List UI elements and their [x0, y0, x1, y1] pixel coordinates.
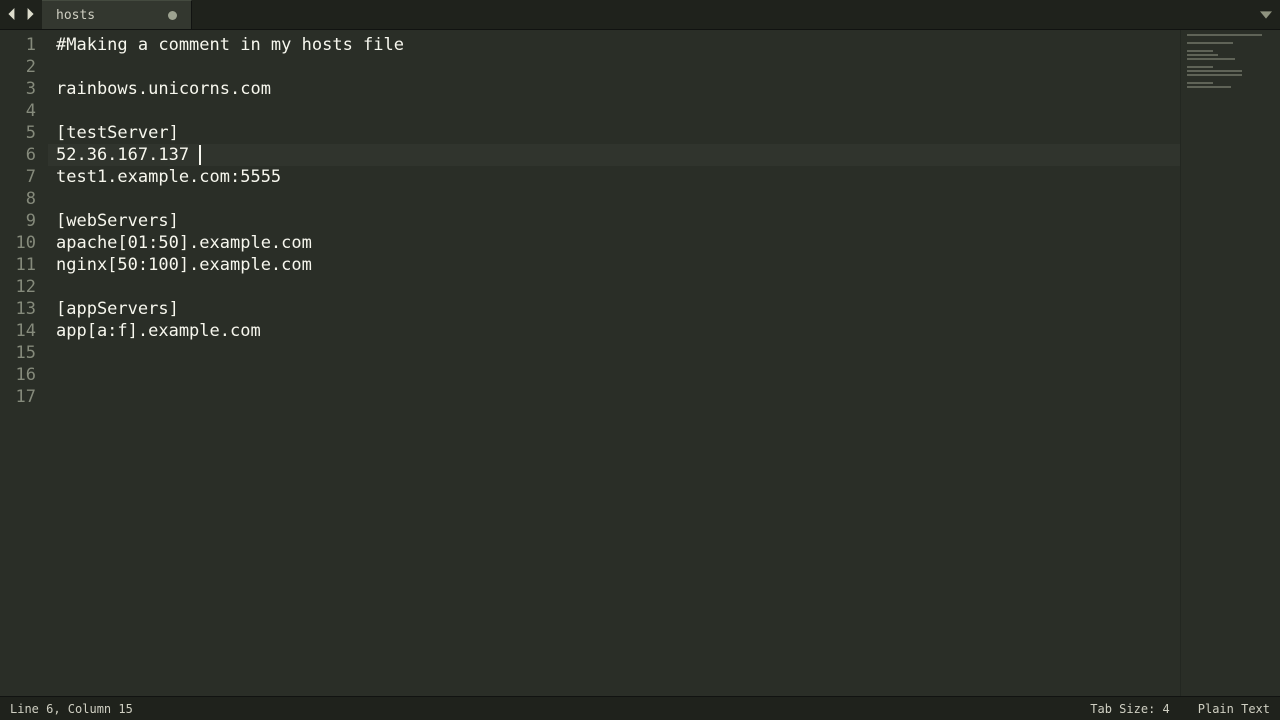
line-number: 9 [0, 210, 48, 232]
minimap-line [1187, 86, 1231, 88]
line-number: 13 [0, 298, 48, 320]
code-line[interactable] [48, 342, 1180, 364]
line-number: 8 [0, 188, 48, 210]
line-number: 14 [0, 320, 48, 342]
code-line[interactable]: apache[01:50].example.com [48, 232, 1180, 254]
minimap-line [1187, 82, 1213, 84]
line-number: 12 [0, 276, 48, 298]
code-line[interactable]: app[a:f].example.com [48, 320, 1180, 342]
minimap-line [1187, 58, 1235, 60]
line-number: 5 [0, 122, 48, 144]
status-cursor-position[interactable]: Line 6, Column 15 [10, 702, 133, 716]
editor-window: hosts 1234567891011121314151617 #Making … [0, 0, 1280, 720]
code-line[interactable] [48, 364, 1180, 386]
line-number: 1 [0, 34, 48, 56]
line-number: 7 [0, 166, 48, 188]
code-line[interactable]: [webServers] [48, 210, 1180, 232]
line-number: 17 [0, 386, 48, 408]
status-tab-size[interactable]: Tab Size: 4 [1090, 702, 1169, 716]
minimap-line [1187, 42, 1233, 44]
nav-arrows [0, 0, 42, 29]
minimap-line [1187, 66, 1213, 68]
line-number: 10 [0, 232, 48, 254]
code-line[interactable] [48, 100, 1180, 122]
line-number-gutter: 1234567891011121314151617 [0, 30, 48, 696]
code-line[interactable]: [testServer] [48, 122, 1180, 144]
code-line[interactable]: 52.36.167.137 [48, 144, 1180, 166]
code-content[interactable]: #Making a comment in my hosts file rainbo… [48, 30, 1180, 696]
line-number: 15 [0, 342, 48, 364]
minimap-line [1187, 54, 1218, 56]
minimap-line [1187, 70, 1242, 72]
tab-bar: hosts [0, 0, 1280, 30]
minimap-line [1187, 50, 1213, 52]
tab-hosts[interactable]: hosts [42, 0, 192, 29]
tab-title: hosts [56, 8, 95, 23]
dirty-indicator-icon [168, 11, 177, 20]
minimap-line [1187, 34, 1262, 36]
status-pos-prefix: Line [10, 702, 46, 716]
code-line[interactable] [48, 188, 1180, 210]
code-line[interactable]: nginx[50:100].example.com [48, 254, 1180, 276]
editor-area: 1234567891011121314151617 #Making a comm… [0, 30, 1280, 696]
code-line[interactable]: test1.example.com:5555 [48, 166, 1180, 188]
code-line[interactable] [48, 386, 1180, 408]
status-syntax[interactable]: Plain Text [1198, 702, 1270, 716]
line-number: 16 [0, 364, 48, 386]
code-line[interactable]: [appServers] [48, 298, 1180, 320]
nav-back-icon[interactable] [4, 3, 20, 26]
text-cursor [199, 145, 201, 165]
code-line[interactable] [48, 276, 1180, 298]
line-number: 6 [0, 144, 48, 166]
line-number: 2 [0, 56, 48, 78]
minimap-line [1187, 74, 1242, 76]
status-bar: Line 6, Column 15 Tab Size: 4 Plain Text [0, 696, 1280, 720]
tab-dropdown-icon[interactable] [1252, 0, 1280, 29]
minimap[interactable] [1180, 30, 1280, 696]
line-number: 4 [0, 100, 48, 122]
status-column-number: 15 [118, 702, 132, 716]
tabbar-spacer [192, 0, 1252, 29]
code-line[interactable]: rainbows.unicorns.com [48, 78, 1180, 100]
nav-forward-icon[interactable] [22, 3, 38, 26]
code-line[interactable] [48, 56, 1180, 78]
line-number: 3 [0, 78, 48, 100]
code-line[interactable]: #Making a comment in my hosts file [48, 34, 1180, 56]
line-number: 11 [0, 254, 48, 276]
status-pos-mid: , Column [53, 702, 118, 716]
